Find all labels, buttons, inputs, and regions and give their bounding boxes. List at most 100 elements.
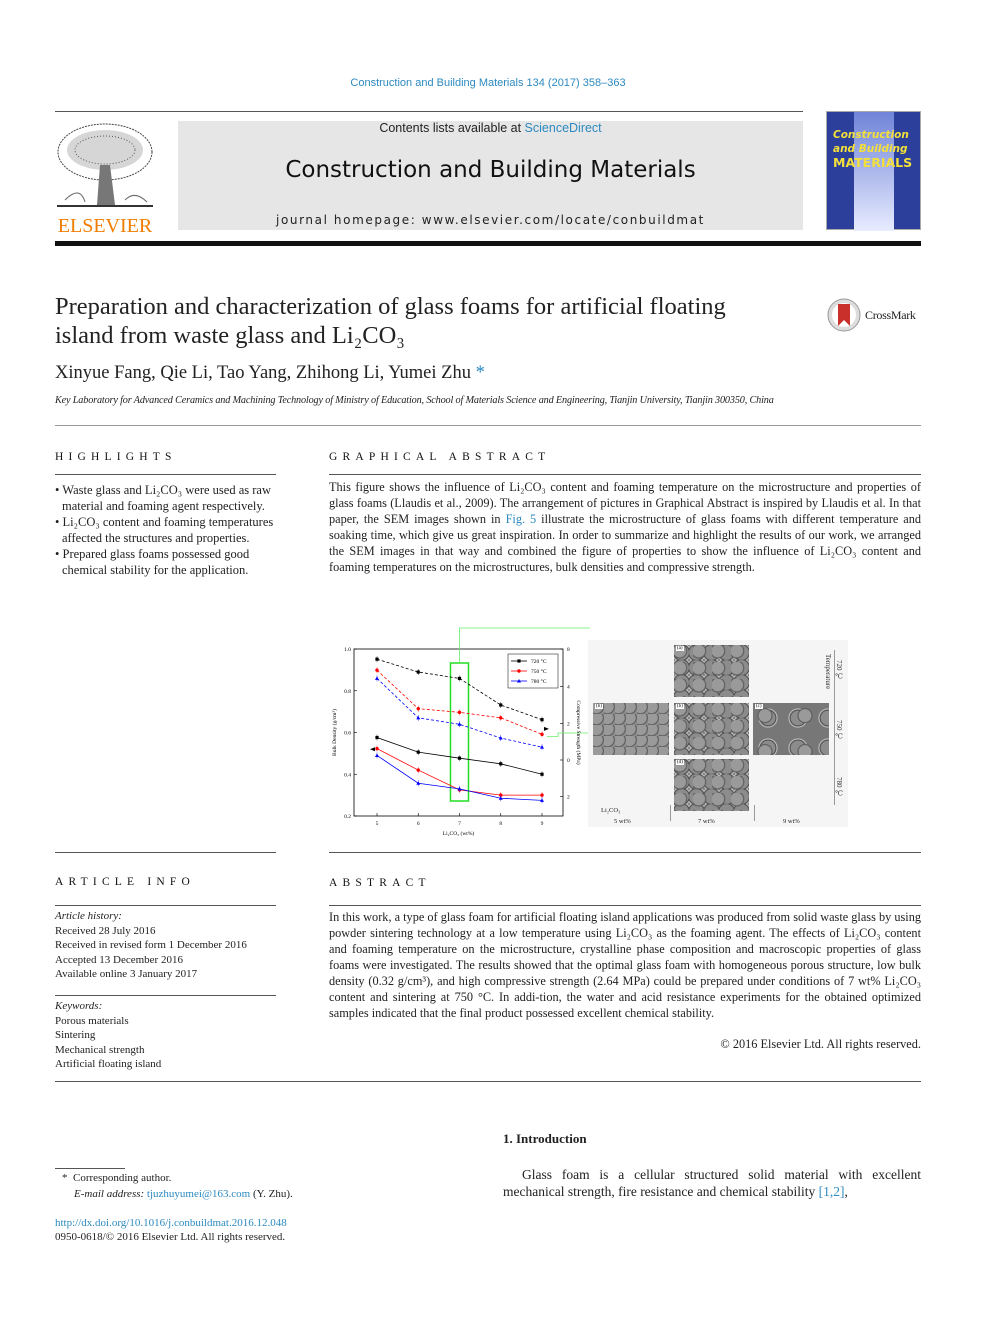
data-point	[499, 716, 503, 720]
article-title: Preparation and characterization of glas…	[55, 293, 726, 349]
data-point	[457, 756, 462, 760]
doi-link[interactable]: http://dx.doi.org/10.1016/j.conbuildmat.…	[55, 1217, 287, 1229]
fig5-link[interactable]: Fig. 5	[506, 512, 537, 526]
sem-row-720: 720 ℃	[835, 660, 843, 681]
y-tick-label: 1.0	[344, 647, 351, 653]
y-tick-label: 0.2	[344, 814, 351, 820]
sem-axis-title: Temperature	[824, 654, 832, 690]
legend-label: 720 °C	[531, 658, 547, 665]
sem-image-b: (b)	[674, 703, 749, 755]
corresponding-author-link[interactable]: *	[476, 363, 485, 383]
y2-axis-label: Compressive Strength (MPa)	[575, 700, 582, 764]
properties-chart: 0.2 0.4 0.6 0.8 1.0 8 4 2 0 2 5 6 7 8 9 Li₂CO₃ (wt%) Bul…	[331, 627, 590, 837]
sem-divider	[670, 805, 671, 821]
y2-tick-label: 2	[567, 795, 570, 801]
data-point	[540, 793, 544, 797]
data-point	[499, 762, 503, 766]
series-line	[376, 755, 543, 801]
connector-line	[547, 732, 590, 737]
data-point	[457, 676, 462, 681]
data-point	[375, 668, 379, 672]
data-point	[517, 669, 521, 673]
sem-row-780: 780 ℃	[835, 777, 843, 798]
article-info-rule	[55, 905, 276, 906]
legend-label: 780 °C	[531, 678, 547, 685]
sem-image-b-left: (b)	[593, 703, 669, 755]
left-axis-arrow	[370, 747, 375, 752]
data-point	[416, 768, 420, 772]
data-point	[375, 746, 379, 751]
data-point	[375, 657, 379, 661]
journal-citation[interactable]: Construction and Building Materials 134 …	[0, 77, 976, 89]
x-tick-label: 8	[499, 821, 502, 827]
sem-image-c: (c)	[753, 703, 829, 755]
email-link[interactable]: tjuzhuyumei@163.com	[147, 1188, 250, 1200]
elsevier-logo[interactable]: ELSEVIER	[55, 120, 155, 237]
y2-tick-label: 4	[567, 685, 570, 691]
x-axis-label: Li₂CO₃ (wt%)	[443, 830, 475, 837]
footnote-rule	[55, 1168, 125, 1169]
journal-name: Construction and Building Materials	[285, 157, 696, 183]
highlights-list: • Waste glass and Li₂CO₃ were used as ra…	[55, 482, 277, 578]
title-rule	[55, 425, 921, 426]
sem-row-750: 750 ℃	[835, 720, 843, 741]
crossmark-icon	[827, 298, 861, 332]
data-point	[499, 703, 503, 707]
article-history: Article history: Received 28 July 2016 R…	[55, 910, 247, 981]
sem-col-9: 9 wt%	[783, 818, 800, 825]
data-point	[375, 735, 379, 740]
y2-tick-label: 2	[567, 721, 570, 727]
sciencedirect-link[interactable]: ScienceDirect	[525, 121, 602, 135]
introduction-text: Glass foam is a cellular structured soli…	[503, 1167, 921, 1199]
info-top-rule	[55, 852, 276, 853]
abstract-rule	[329, 905, 921, 906]
data-point	[540, 732, 544, 737]
crossmark-badge[interactable]: CrossMark	[827, 298, 916, 332]
x-tick-label: 9	[541, 821, 544, 827]
affiliation: Key Laboratory for Advanced Ceramics and…	[55, 395, 774, 406]
article-info-heading: ARTICLE INFO	[55, 876, 195, 888]
data-point	[375, 753, 379, 757]
elsevier-wordmark: ELSEVIER	[57, 215, 153, 237]
front-matter-rule	[55, 1081, 921, 1082]
sem-row-label: Li₂CO₃	[601, 807, 621, 814]
header-rule	[55, 111, 803, 112]
legend-label: 750 °C	[531, 668, 547, 675]
data-point	[375, 676, 379, 680]
keyword: Artificial floating island	[55, 1058, 162, 1071]
keywords: Keywords: Porous materials Sintering Mec…	[55, 1000, 162, 1071]
issn-copyright: 0950-0618/© 2016 Elsevier Ltd. All right…	[55, 1231, 286, 1243]
highlight-item: • Waste glass and Li₂CO₃ were used as ra…	[55, 483, 271, 513]
abstract-copyright: © 2016 Elsevier Ltd. All rights reserved…	[720, 1037, 921, 1051]
author-list: Xinyue Fang, Qie Li, Tao Yang, Zhihong L…	[55, 363, 485, 383]
journal-cover[interactable]: Construction and Building MATERIALS	[826, 111, 921, 231]
sem-image-a: (a)	[674, 645, 749, 697]
y2-tick-label: 0	[567, 758, 570, 764]
x-tick-label: 5	[376, 821, 379, 827]
graphical-abstract-text: This figure shows the influence of Li₂CO…	[329, 480, 922, 574]
highlight-item: • Li₂CO₃ content and foaming temperature…	[55, 515, 274, 545]
sem-image-d: (d)	[674, 759, 749, 811]
sem-panel: (a) (b) (b) (c) (d) Li₂CO₃ 5 wt% 7 wt% 9…	[588, 640, 848, 827]
highlight-item: • Prepared glass foams possessed good ch…	[55, 547, 250, 577]
footnote: * Corresponding author. E-mail address: …	[62, 1172, 293, 1200]
sem-col-7: 7 wt%	[698, 818, 715, 825]
journal-homepage[interactable]: journal homepage: www.elsevier.com/locat…	[178, 213, 803, 227]
keyword: Mechanical strength	[55, 1043, 145, 1056]
elsevier-tree-icon	[55, 120, 155, 210]
journal-banner: Contents lists available at ScienceDirec…	[178, 121, 803, 230]
ref-link[interactable]: [1,2]	[819, 1184, 845, 1199]
abstract-text: In this work, a type of glass foam for a…	[329, 910, 921, 1020]
header-thick-rule	[55, 241, 921, 246]
cover-title: Construction and Building MATERIALS	[833, 129, 913, 170]
y-tick-label: 0.6	[344, 731, 351, 737]
y-tick-label: 0.4	[344, 772, 351, 778]
data-point	[416, 706, 420, 711]
introduction-heading: 1. Introduction	[503, 1131, 587, 1146]
data-point	[416, 781, 421, 785]
data-point	[540, 745, 544, 749]
y2-tick-label: 8	[567, 647, 570, 653]
data-point	[517, 659, 521, 663]
data-point	[416, 670, 420, 674]
right-axis-arrow	[544, 726, 549, 731]
